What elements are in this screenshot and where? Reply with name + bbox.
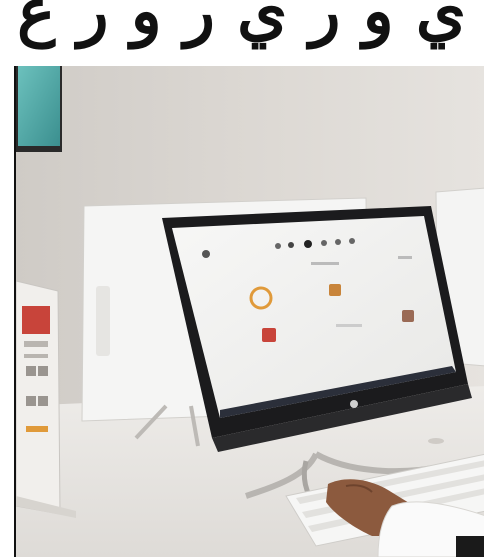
wall-tv-display	[18, 66, 60, 146]
photo	[14, 66, 484, 557]
heading-banner: ي و ر ي ر و ر ع ء و ر و ر ي	[0, 0, 484, 58]
image-frame: ي و ر ي ر و ر ع ء و ر و ر ي	[0, 0, 484, 557]
dark-corner	[456, 536, 484, 557]
photo-scene	[16, 66, 484, 557]
heading-text: ي و ر ي ر و ر ع ء و ر و ر ي	[0, 0, 466, 49]
